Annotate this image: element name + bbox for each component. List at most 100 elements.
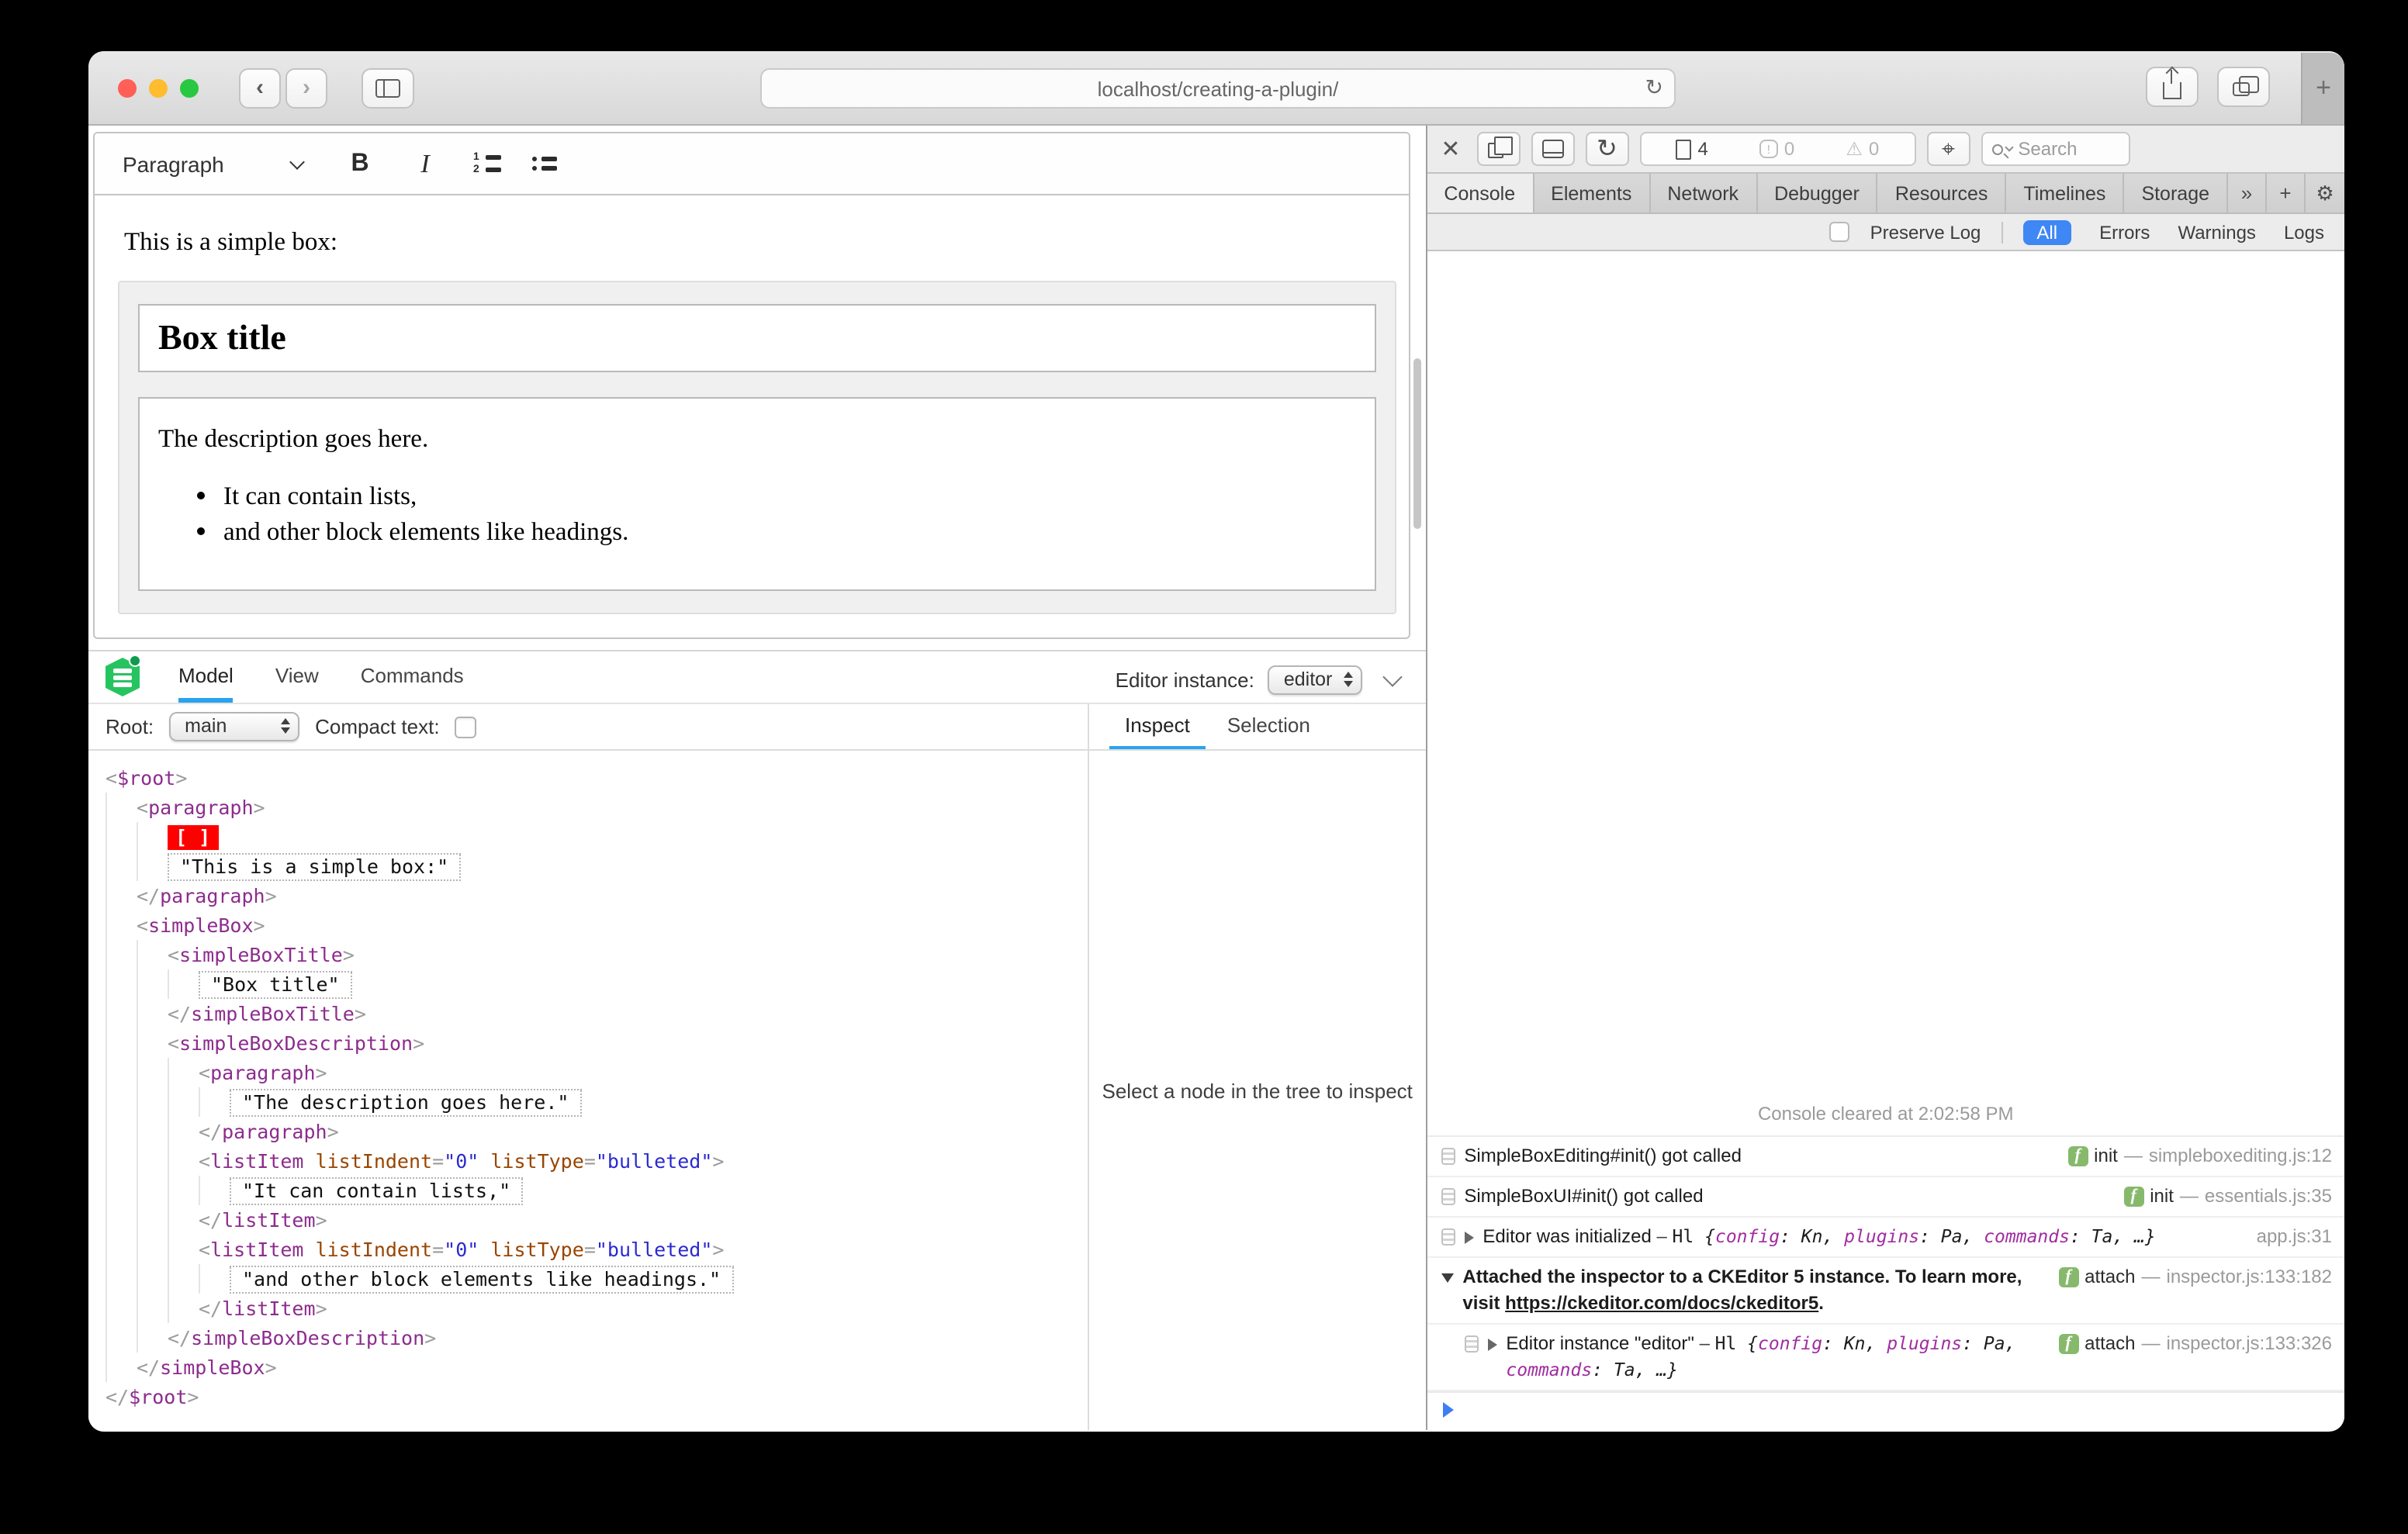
list-item[interactable]: It can contain lists, — [223, 481, 1355, 512]
model-tree-line[interactable]: < paragraph > — [106, 1058, 1088, 1087]
forward-button[interactable]: › — [285, 67, 327, 108]
tab-view[interactable]: View — [275, 664, 319, 703]
numbered-list-button[interactable]: 1 2 — [473, 152, 501, 175]
resource-summary[interactable]: 4 ! 0 ⚠ 0 — [1639, 132, 1916, 166]
source-location[interactable]: app.js:31 — [2257, 1224, 2332, 1250]
address-bar[interactable]: localhost/creating-a-plugin/ ↻ — [760, 68, 1676, 109]
source-location[interactable]: simpleboxediting.js:12 — [2149, 1143, 2332, 1170]
tab-commands[interactable]: Commands — [361, 664, 464, 703]
inspector-search-field[interactable]: Search — [1981, 132, 2130, 166]
model-tree-line[interactable]: "The description goes here." — [106, 1087, 1088, 1117]
indent-guide — [137, 1294, 168, 1323]
tab-inspect[interactable]: Inspect — [1109, 713, 1206, 749]
simplebox-title[interactable]: Box title — [138, 304, 1376, 372]
back-button[interactable]: ‹ — [239, 67, 281, 108]
model-tree-line[interactable]: </simpleBoxDescription > — [106, 1323, 1088, 1353]
editor-instance-select[interactable]: editor — [1268, 665, 1362, 695]
editable-area[interactable]: This is a simple box: Box title The desc… — [95, 226, 1408, 614]
model-tree-line[interactable]: < paragraph > — [106, 793, 1088, 822]
add-tab-button[interactable]: + — [2267, 174, 2306, 212]
new-tab-button[interactable]: + — [2301, 53, 2344, 124]
sidebar-button[interactable] — [362, 67, 414, 108]
model-text-node[interactable]: "Box title" — [199, 970, 352, 998]
disclosure-triangle-icon[interactable] — [1487, 1339, 1497, 1351]
scope-warnings[interactable]: Warnings — [2178, 221, 2256, 243]
bold-button[interactable]: B — [343, 150, 377, 178]
tab-resources[interactable]: Resources — [1878, 174, 2007, 212]
model-tree-line[interactable]: </listItem > — [106, 1205, 1088, 1235]
model-tree-line[interactable]: </simpleBoxTitle > — [106, 999, 1088, 1028]
model-text-node[interactable]: "This is a simple box:" — [168, 852, 462, 880]
console-source: f attach — inspector.js:133:182 — [2058, 1264, 2332, 1290]
bulleted-list-button[interactable] — [532, 157, 557, 171]
model-tree-line[interactable]: < simpleBox > — [106, 910, 1088, 940]
tab-storage[interactable]: Storage — [2124, 174, 2228, 212]
heading-dropdown[interactable]: Paragraph — [123, 151, 309, 176]
model-text-node[interactable]: "The description goes here." — [230, 1088, 582, 1116]
model-tree-line[interactable]: </paragraph > — [106, 881, 1088, 910]
scope-logs[interactable]: Logs — [2284, 221, 2324, 243]
dock-bottom-button[interactable] — [1531, 132, 1575, 166]
tab-model[interactable]: Model — [178, 664, 234, 703]
console-scope-filters: All Errors Warnings Logs — [2022, 219, 2324, 244]
simplebox-description[interactable]: The description goes here. It can contai… — [138, 397, 1376, 591]
model-selection-marker[interactable]: [ ] — [168, 824, 219, 849]
italic-button[interactable]: I — [408, 148, 442, 179]
detach-inspector-button[interactable] — [1476, 132, 1521, 166]
model-tree-line[interactable]: "It can contain lists," — [106, 1176, 1088, 1205]
compact-text-checkbox[interactable] — [455, 716, 477, 738]
source-location[interactable]: inspector.js:133:182 — [2167, 1264, 2333, 1290]
function-badge-icon: f — [2058, 1267, 2079, 1287]
minimize-window-button[interactable] — [149, 78, 168, 97]
scope-errors[interactable]: Errors — [2099, 221, 2150, 243]
tab-network[interactable]: Network — [1650, 174, 1758, 212]
preserve-log-checkbox[interactable] — [1829, 222, 1850, 242]
tab-console[interactable]: Console — [1427, 174, 1534, 212]
model-tree-line[interactable]: "Box title" — [106, 969, 1088, 999]
list-item[interactable]: and other block elements like headings. — [223, 517, 1355, 548]
model-tree-line[interactable]: < simpleBoxDescription > — [106, 1028, 1088, 1058]
tab-selection[interactable]: Selection — [1212, 713, 1326, 749]
share-button[interactable] — [2146, 67, 2199, 107]
console-link[interactable]: https://ckeditor.com/docs/ckeditor5 — [1505, 1292, 1818, 1314]
scope-all[interactable]: All — [2022, 219, 2072, 244]
ckeditor-inspector: Model View Commands Editor instance: edito… — [88, 650, 1426, 1430]
settings-button[interactable]: ⚙ — [2306, 174, 2344, 212]
model-text-node[interactable]: "and other block elements like headings.… — [230, 1265, 734, 1293]
model-tree-line[interactable]: < $root > — [106, 763, 1088, 793]
tab-timelines[interactable]: Timelines — [2006, 174, 2125, 212]
reload-icon[interactable]: ↻ — [1645, 74, 1663, 101]
model-tree-line[interactable]: </listItem > — [106, 1294, 1088, 1323]
page-scrollbar[interactable] — [1413, 358, 1421, 529]
model-tree-line[interactable]: < listItem listIndent = "0" listType = "bulle… — [106, 1146, 1088, 1176]
tab-elements[interactable]: Elements — [1534, 174, 1651, 212]
model-tree-line[interactable]: [ ] — [106, 822, 1088, 852]
intro-paragraph[interactable]: This is a simple box: — [124, 226, 1408, 257]
close-inspector-button[interactable]: ✕ — [1441, 135, 1465, 163]
zoom-window-button[interactable] — [180, 78, 199, 97]
model-tree-line[interactable]: < simpleBoxTitle > — [106, 940, 1088, 969]
disclosure-triangle-icon[interactable] — [1441, 1273, 1454, 1283]
tab-debugger[interactable]: Debugger — [1757, 174, 1878, 212]
model-tree-line[interactable]: </simpleBox > — [106, 1353, 1088, 1382]
model-tree-line[interactable]: < listItem listIndent = "0" listType = "bulle… — [106, 1235, 1088, 1264]
root-select[interactable]: main — [169, 712, 300, 741]
model-text-node[interactable]: "It can contain lists," — [230, 1176, 524, 1204]
close-window-button[interactable] — [118, 78, 137, 97]
inspector-reload-button[interactable]: ↻ — [1585, 132, 1629, 166]
disclosure-triangle-icon[interactable] — [1464, 1232, 1474, 1244]
console-prompt[interactable] — [1427, 1391, 2344, 1430]
source-location[interactable]: essentials.js:35 — [2205, 1183, 2332, 1210]
tab-overview-button[interactable] — [2217, 67, 2270, 107]
element-picker-button[interactable]: ⌖ — [1926, 132, 1970, 166]
model-tree-line[interactable]: "and other block elements like headings.… — [106, 1264, 1088, 1294]
simplebox-widget[interactable]: Box title The description goes here. It … — [118, 281, 1396, 614]
page-count-value: 4 — [1697, 138, 1708, 160]
source-location[interactable]: inspector.js:133:326 — [2167, 1331, 2333, 1357]
model-tree-line[interactable]: </paragraph > — [106, 1117, 1088, 1146]
model-tree-line[interactable]: "This is a simple box:" — [106, 852, 1088, 881]
collapse-inspector-icon[interactable] — [1382, 667, 1403, 687]
page-icon — [1676, 139, 1692, 159]
model-tree-line[interactable]: </$root > — [106, 1382, 1088, 1411]
more-tabs-button[interactable]: » — [2228, 174, 2267, 212]
